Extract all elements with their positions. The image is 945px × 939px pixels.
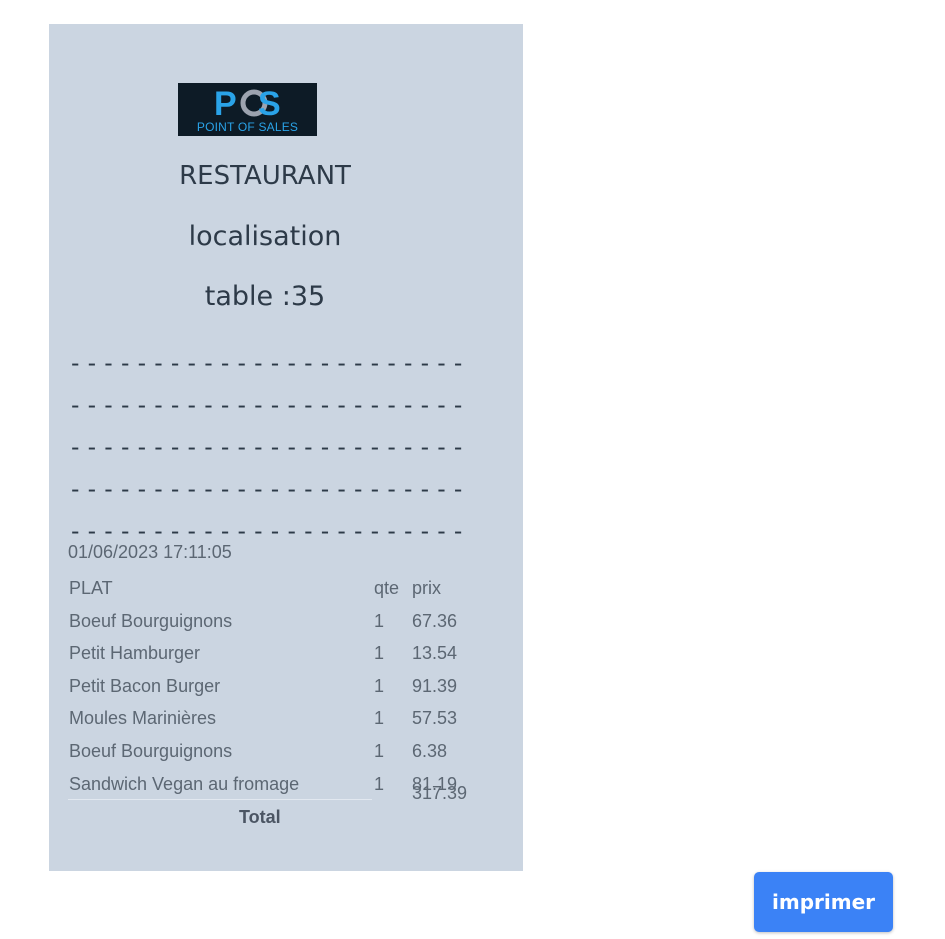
- pos-logo: P S POINT OF SALES: [178, 83, 317, 136]
- item-qte: 1: [374, 773, 385, 794]
- table-number: table :35: [204, 281, 326, 312]
- column-header-prix: prix: [412, 578, 442, 598]
- restaurant-location: localisation: [188, 221, 342, 252]
- item-name: Petit Bacon Burger: [69, 675, 221, 696]
- total-divider: [68, 799, 372, 800]
- svg-text:P: P: [214, 85, 236, 123]
- table-row: Boeuf Bourguignons 1 67.36: [69, 605, 489, 638]
- dashed-separator: ----------------------------------------…: [68, 349, 468, 545]
- pos-logo-text: POINT OF SALES: [196, 120, 299, 134]
- column-header-plat: PLAT: [69, 578, 113, 598]
- item-prix: 91.39: [412, 675, 458, 696]
- item-name: Boeuf Bourguignons: [69, 610, 233, 631]
- item-prix: 57.53: [412, 708, 458, 729]
- column-header-qte: qte: [374, 578, 400, 598]
- item-qte: 1: [374, 740, 385, 761]
- item-qte: 1: [374, 610, 385, 631]
- table-row: Boeuf Bourguignons 1 6.38: [69, 735, 489, 768]
- item-qte: 1: [374, 708, 385, 729]
- restaurant-title: RESTAURANT: [179, 161, 351, 191]
- item-name: Moules Marinières: [69, 708, 217, 729]
- table-row: Petit Bacon Burger 1 91.39: [69, 670, 489, 703]
- total-value: 317.39: [412, 783, 468, 803]
- item-prix: 67.36: [412, 610, 458, 631]
- item-qte: 1: [374, 643, 385, 664]
- item-qte: 1: [374, 675, 385, 696]
- svg-text:S: S: [258, 85, 281, 123]
- item-name: Petit Hamburger: [69, 643, 201, 664]
- pos-logo-mark: P S: [214, 85, 281, 123]
- item-name: Sandwich Vegan au fromage: [69, 773, 300, 794]
- item-prix: 6.38: [412, 740, 448, 761]
- table-row: Moules Marinières 1 57.53: [69, 702, 489, 735]
- total-label: Total: [239, 807, 281, 827]
- table-row: Petit Hamburger 1 13.54: [69, 637, 489, 670]
- item-name: Boeuf Bourguignons: [69, 740, 233, 761]
- receipt-datetime: 01/06/2023 17:11:05: [68, 542, 232, 562]
- items-table: PLAT qte prix Boeuf Bourguignons 1 67.36…: [69, 572, 489, 800]
- item-prix: 13.54: [412, 643, 458, 664]
- items-header-row: PLAT qte prix: [69, 572, 489, 605]
- print-button[interactable]: imprimer: [754, 872, 893, 932]
- receipt: P S POINT OF SALES RESTAURANT localisati…: [49, 24, 523, 871]
